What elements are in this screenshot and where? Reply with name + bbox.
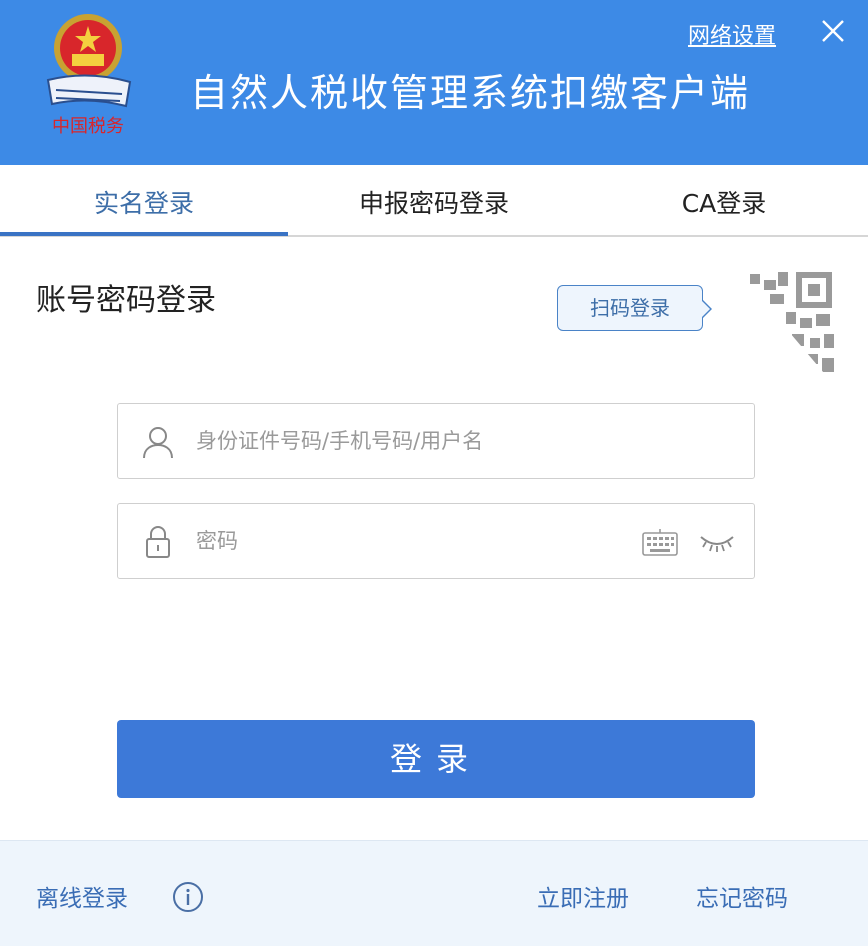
login-button[interactable]: 登录 [117, 720, 755, 798]
eye-closed-icon[interactable] [698, 529, 736, 555]
username-input[interactable] [196, 418, 636, 464]
qr-login-tooltip[interactable]: 扫码登录 [557, 285, 712, 331]
tax-emblem-icon: 中国税务 [46, 14, 132, 137]
qr-code-icon[interactable] [730, 262, 840, 392]
close-icon[interactable] [818, 16, 848, 46]
keyboard-icon[interactable] [641, 527, 679, 559]
tab-real-name-login[interactable]: 实名登录 [0, 165, 288, 237]
section-title: 账号密码登录 [36, 283, 216, 318]
password-input[interactable] [196, 518, 636, 564]
user-icon [143, 427, 173, 459]
footer-bar: 离线登录 立即注册 忘记密码 [0, 840, 868, 946]
header-bar: 中国税务 自然人税收管理系统扣缴客户端 网络设置 [0, 0, 868, 165]
lock-icon [146, 526, 170, 558]
forgot-password-link[interactable]: 忘记密码 [696, 879, 788, 913]
register-link[interactable]: 立即注册 [537, 879, 629, 913]
tab-declaration-password-login[interactable]: 申报密码登录 [290, 165, 578, 237]
network-settings-link[interactable]: 网络设置 [688, 18, 776, 50]
app-title: 自然人税收管理系统扣缴客户端 [190, 71, 751, 115]
password-field [117, 503, 755, 579]
username-field [117, 403, 755, 479]
tab-ca-login[interactable]: CA登录 [580, 165, 868, 237]
active-tab-indicator [0, 232, 288, 236]
info-icon[interactable] [172, 881, 204, 913]
offline-login-link[interactable]: 离线登录 [36, 879, 128, 913]
login-tabs: 实名登录 申报密码登录 CA登录 [0, 165, 868, 237]
svg-text:中国税务: 中国税务 [52, 116, 124, 137]
